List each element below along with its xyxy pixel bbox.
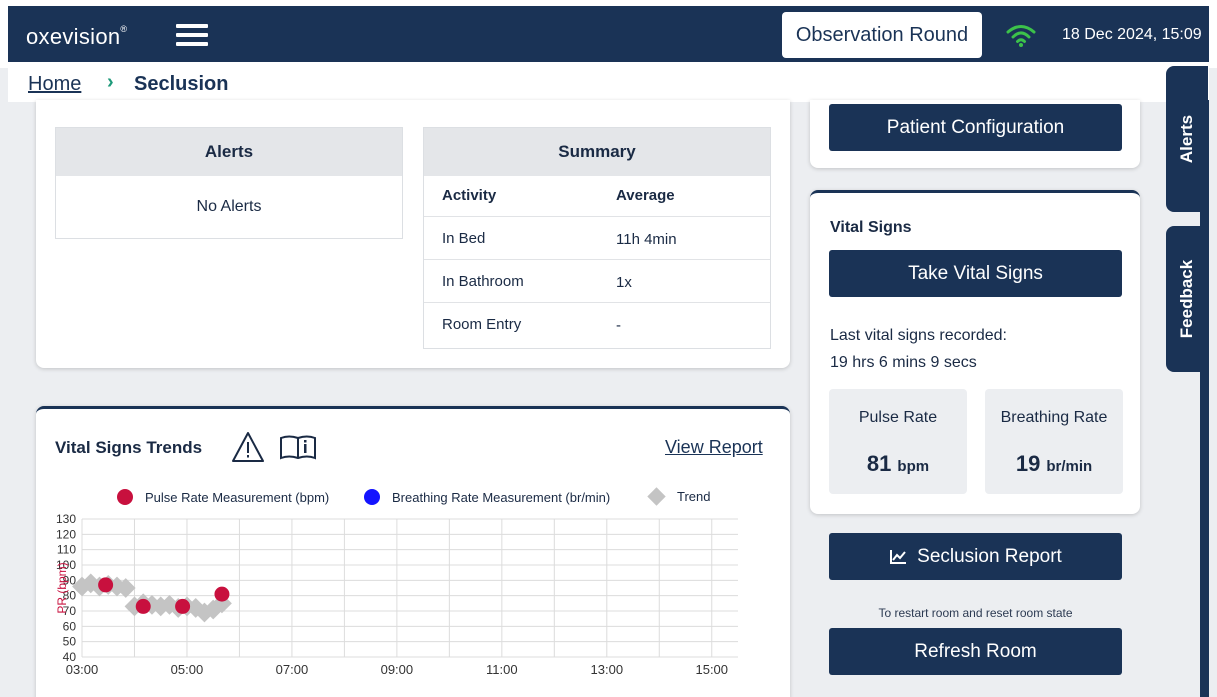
pulse-rate-point <box>135 598 151 614</box>
breathing-rate-value: 19 <box>1015 451 1041 476</box>
x-tick-label: 05:00 <box>171 662 204 677</box>
activity-cell: Room Entry <box>442 316 522 333</box>
right-edge-bar <box>1200 100 1209 697</box>
average-cell: 11h 4min <box>616 231 677 248</box>
breadcrumb-home-link[interactable]: Home <box>28 73 81 96</box>
average-cell: 1x <box>616 274 632 291</box>
pulse-rate-value: 81 <box>866 451 892 476</box>
x-tick-label: 03:00 <box>66 662 99 677</box>
summary-column-headers: Activity Average <box>424 176 770 217</box>
legend-pulse-label: Pulse Rate Measurement (bpm) <box>145 489 330 505</box>
view-report-link[interactable]: View Report <box>665 437 763 458</box>
x-tick-label: 07:00 <box>276 662 309 677</box>
y-tick-label: 120 <box>56 527 76 541</box>
brand-logo: oxevision® <box>26 24 127 50</box>
x-tick-label: 11:00 <box>486 662 518 677</box>
column-header-activity: Activity <box>442 187 497 204</box>
y-tick-label: 110 <box>57 543 76 557</box>
pulse-rate-point <box>214 586 230 602</box>
legend-trend-label: Trend <box>677 489 711 504</box>
x-tick-label: 09:00 <box>381 662 414 677</box>
pulse-rate-chart: 40506070809010011012013003:00 05:00 07:00 0… <box>55 512 738 677</box>
seclusion-report-label: Seclusion Report <box>917 545 1062 567</box>
breadcrumb-current: Seclusion <box>134 73 229 95</box>
last-vitals-elapsed: 19 hrs 6 mins 9 secs <box>830 354 977 371</box>
hamburger-menu-icon[interactable] <box>176 24 208 48</box>
average-cell: - <box>616 317 621 334</box>
table-row: In Bed 11h 4min <box>424 217 770 260</box>
restart-room-note: To restart room and reset room state <box>878 606 1073 620</box>
activity-cell: In Bed <box>442 230 486 247</box>
y-tick-label: 130 <box>56 512 76 526</box>
alerts-header: Alerts <box>56 128 402 176</box>
breathing-dot-icon <box>364 489 380 505</box>
last-vitals-info: Last vital signs recorded: 19 hrs 6 mins… <box>830 322 1007 376</box>
alerts-panel: Alerts No Alerts <box>55 127 403 239</box>
legend-breathing-label: Breathing Rate Measurement (br/min) <box>392 489 611 505</box>
vital-signs-title: Vital Signs <box>830 219 912 236</box>
wifi-icon <box>1006 25 1036 47</box>
y-axis-label: PR (bpm) <box>55 562 69 613</box>
line-chart-icon <box>890 549 907 564</box>
y-tick-label: 60 <box>63 619 77 633</box>
trend-diamond-icon <box>647 487 666 506</box>
breathing-rate-tile: Breathing Rate 19 br/min <box>985 389 1123 494</box>
pulse-dot-icon <box>117 489 133 505</box>
table-row: In Bathroom 1x <box>424 260 770 303</box>
observation-round-button[interactable]: Observation Round <box>782 12 982 58</box>
pulse-rate-label: Pulse Rate <box>858 409 938 426</box>
brand-trademark: ® <box>120 24 128 34</box>
breadcrumb: Home › Seclusion <box>8 62 1209 102</box>
pulse-rate-value-wrap: 81 bpm <box>829 451 967 477</box>
legend-breathing[interactable]: Breathing Rate Measurement (br/min) <box>364 489 610 505</box>
top-bar: oxevision® Observation Round 18 Dec 2024… <box>0 0 1217 68</box>
brand-name: oxevision <box>26 24 121 49</box>
tab-feedback-label: Feedback <box>1177 259 1196 339</box>
pulse-rate-unit: bpm <box>897 458 930 475</box>
current-datetime: 18 Dec 2024, 15:09 <box>1062 26 1202 43</box>
y-tick-label: 50 <box>63 635 77 649</box>
activity-cell: In Bathroom <box>442 273 524 290</box>
legend-trend[interactable]: Trend <box>647 487 711 506</box>
x-tick-label: 13:00 <box>591 662 624 677</box>
x-tick-label: 15:00 <box>695 662 728 677</box>
trends-title: Vital Signs Trends <box>55 438 203 457</box>
breathing-rate-value-wrap: 19 br/min <box>985 451 1123 477</box>
table-row: Room Entry - <box>424 303 770 346</box>
tab-alerts-label: Alerts <box>1177 114 1196 164</box>
summary-header: Summary <box>424 128 770 176</box>
chevron-right-icon: › <box>107 71 114 93</box>
pulse-rate-point <box>98 577 114 593</box>
legend-pulse[interactable]: Pulse Rate Measurement (bpm) <box>117 489 329 505</box>
patient-configuration-button[interactable]: Patient Configuration <box>829 104 1122 151</box>
column-header-average: Average <box>616 187 675 204</box>
breathing-rate-label: Breathing Rate <box>1000 409 1108 426</box>
pulse-rate-point <box>175 598 191 614</box>
seclusion-report-button[interactable]: Seclusion Report <box>829 533 1122 580</box>
warning-triangle-icon[interactable] <box>231 430 265 464</box>
last-vitals-label: Last vital signs recorded: <box>830 327 1007 344</box>
refresh-room-button[interactable]: Refresh Room <box>829 628 1122 675</box>
take-vital-signs-button[interactable]: Take Vital Signs <box>829 250 1122 297</box>
pulse-rate-tile: Pulse Rate 81 bpm <box>829 389 967 494</box>
summary-panel: Summary Activity Average In Bed 11h 4min… <box>423 127 771 349</box>
book-info-icon[interactable] <box>279 433 317 461</box>
alerts-empty-message: No Alerts <box>196 198 262 215</box>
breathing-rate-unit: br/min <box>1046 458 1093 475</box>
